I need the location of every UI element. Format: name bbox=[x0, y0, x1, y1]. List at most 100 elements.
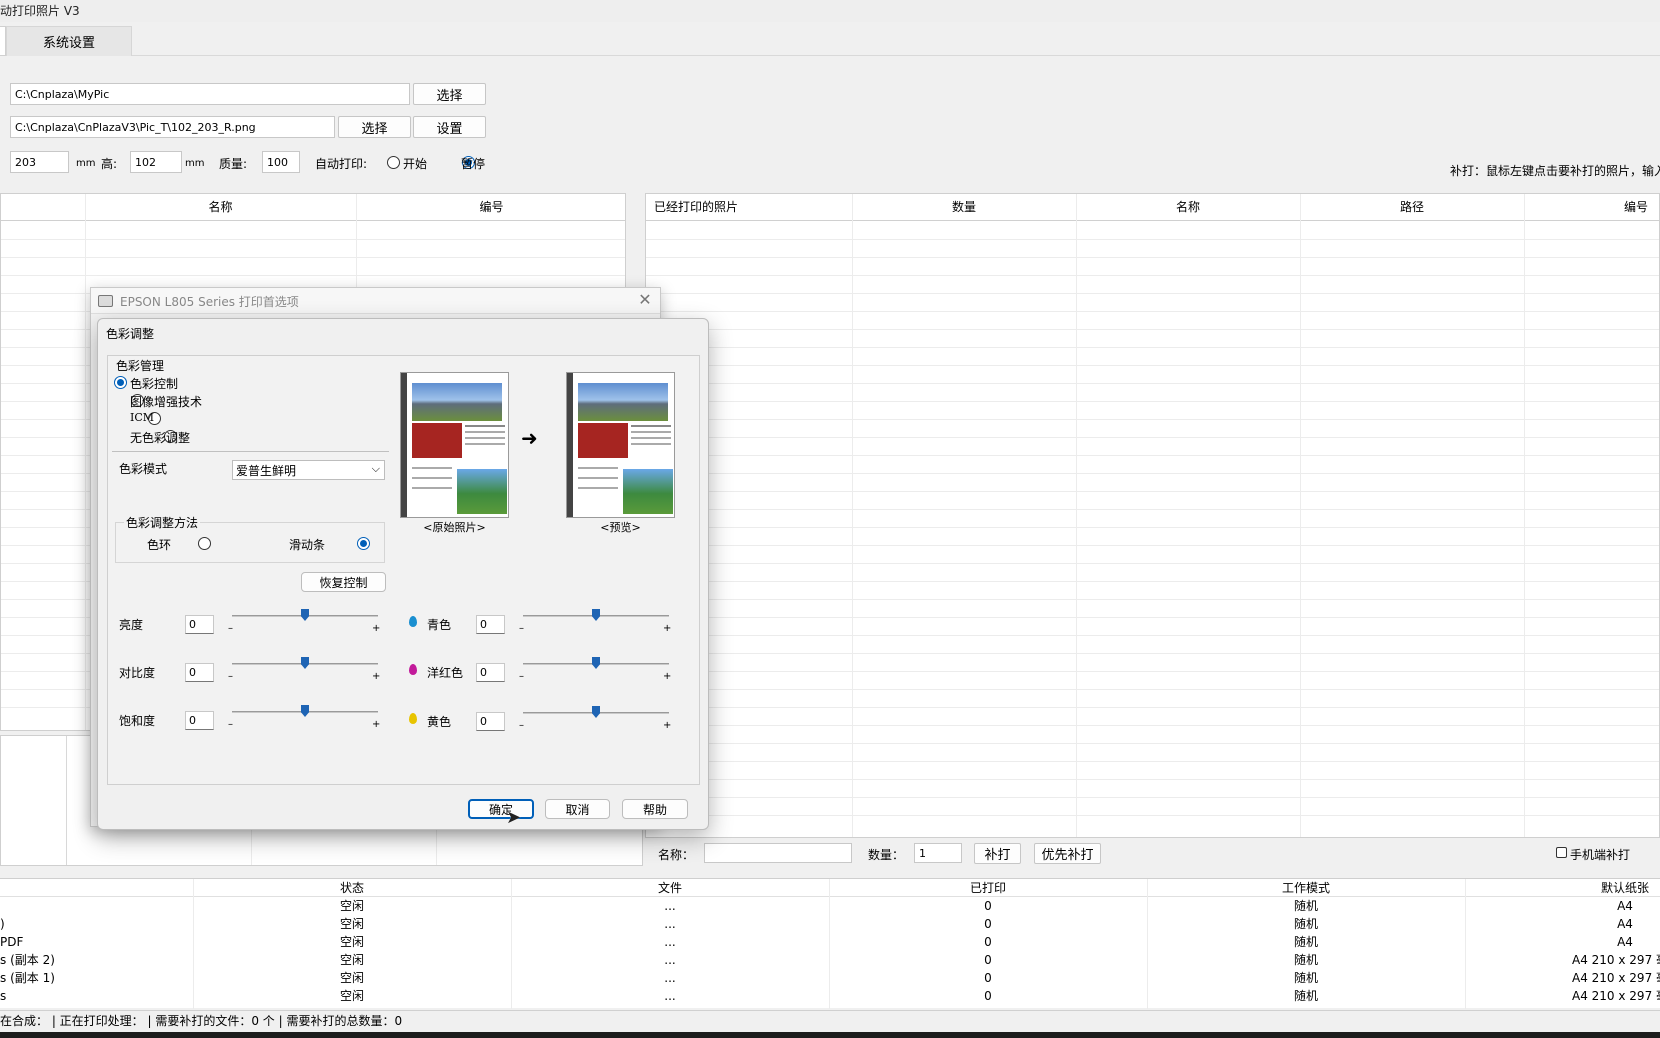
printer-paper: A4 bbox=[1617, 899, 1633, 913]
tab-strip bbox=[0, 22, 1660, 56]
settings-button[interactable]: 设置 bbox=[413, 116, 486, 138]
slider-thumb[interactable] bbox=[592, 706, 600, 718]
table-row[interactable]: 空闲 ... 0 随机 A4 bbox=[0, 897, 1660, 915]
table-row[interactable]: s 空闲 ... 0 随机 A4 210 x 297 毫 bbox=[0, 987, 1660, 1005]
column-header-name[interactable]: 名称 bbox=[1076, 194, 1300, 220]
original-photo-preview bbox=[400, 372, 509, 518]
color-mode-label: 色彩模式 bbox=[119, 462, 168, 476]
cyan-slider[interactable]: – + bbox=[519, 609, 672, 641]
printer-icon bbox=[98, 295, 113, 307]
printer-name bbox=[0, 897, 193, 915]
start-radio[interactable] bbox=[387, 156, 400, 169]
quality-label: 质量: bbox=[219, 157, 248, 171]
slider-thumb[interactable] bbox=[301, 705, 309, 717]
column-header-work-mode[interactable]: 工作模式 bbox=[1147, 879, 1465, 897]
table-row[interactable]: ) 空闲 ... 0 随机 A4 bbox=[0, 915, 1660, 933]
reprint-button[interactable]: 补打 bbox=[974, 843, 1021, 864]
contrast-slider[interactable]: – + bbox=[228, 657, 381, 689]
table-row[interactable]: s (副本 1) 空闲 ... 0 随机 A4 210 x 297 毫 bbox=[0, 969, 1660, 987]
help-button[interactable]: 帮助 bbox=[622, 799, 688, 819]
method-group-label: 色彩调整方法 bbox=[124, 514, 201, 531]
printer-name: ) bbox=[0, 917, 5, 931]
reprint-quantity-input[interactable]: 1 bbox=[914, 843, 962, 863]
ok-button[interactable]: 确定 bbox=[468, 799, 534, 819]
color-ring-label: 色环 bbox=[147, 538, 172, 552]
column-header-number[interactable]: 编号 bbox=[356, 194, 625, 220]
image-enhance-label: 图像增强技术 bbox=[130, 395, 203, 409]
saturation-input[interactable]: 0 bbox=[185, 711, 214, 730]
printer-file: ... bbox=[664, 989, 676, 1003]
divider bbox=[112, 451, 389, 452]
column-header-quantity[interactable]: 数量 bbox=[852, 194, 1076, 220]
printer-file: ... bbox=[664, 971, 676, 985]
reprint-name-input[interactable] bbox=[704, 843, 852, 863]
slider-thumb[interactable] bbox=[301, 609, 309, 621]
cyan-input[interactable]: 0 bbox=[476, 615, 505, 634]
table-row[interactable]: s (副本 2) 空闲 ... 0 随机 A4 210 x 297 毫 bbox=[0, 951, 1660, 969]
table-row[interactable]: PDF 空闲 ... 0 随机 A4 bbox=[0, 933, 1660, 951]
close-icon[interactable]: ✕ bbox=[636, 290, 654, 310]
column-header-number[interactable]: 编号 bbox=[1611, 194, 1659, 220]
printer-status: 空闲 bbox=[339, 989, 364, 1003]
color-dialog-title: 色彩调整 bbox=[106, 327, 155, 341]
slider-thumb[interactable] bbox=[592, 609, 600, 621]
folder-path-input[interactable]: C:\Cnplaza\MyPic bbox=[10, 83, 410, 105]
yellow-ink-icon bbox=[409, 713, 417, 724]
select-template-button[interactable]: 选择 bbox=[338, 116, 411, 138]
column-header-status[interactable]: 状态 bbox=[193, 879, 511, 897]
yellow-input[interactable]: 0 bbox=[476, 712, 505, 731]
preview-caption: <预览> bbox=[600, 521, 641, 534]
printer-status-table[interactable]: 状态 文件 已打印 工作模式 默认纸张 空闲 ... 0 随机 A4 ) 空闲 … bbox=[0, 878, 1660, 1009]
minus-label: – bbox=[519, 720, 524, 731]
magenta-input[interactable]: 0 bbox=[476, 663, 505, 682]
slider-thumb[interactable] bbox=[301, 657, 309, 669]
plus-label: + bbox=[663, 623, 672, 634]
quality-input[interactable]: 100 bbox=[262, 151, 300, 173]
minus-label: – bbox=[228, 719, 233, 730]
printer-paper: A4 bbox=[1617, 935, 1633, 949]
template-path-input[interactable]: C:\Cnplaza\CnPlazaV3\Pic_T\102_203_R.png bbox=[10, 116, 335, 138]
contrast-input[interactable]: 0 bbox=[185, 663, 214, 682]
priority-reprint-button[interactable]: 优先补打 bbox=[1034, 843, 1101, 864]
plus-label: + bbox=[372, 623, 381, 634]
printer-name: PDF bbox=[0, 935, 24, 949]
height-input[interactable]: 102 bbox=[130, 151, 182, 173]
printer-name: s bbox=[0, 989, 7, 1003]
printer-file: ... bbox=[664, 899, 676, 913]
brightness-slider[interactable]: – + bbox=[228, 609, 381, 641]
plus-label: + bbox=[372, 719, 381, 730]
printer-printed-count: 0 bbox=[984, 989, 992, 1003]
printed-photos-grid[interactable]: 已经打印的照片 数量 名称 路径 编号 bbox=[645, 193, 1660, 838]
cancel-button[interactable]: 取消 bbox=[545, 799, 610, 819]
select-folder-button[interactable]: 选择 bbox=[413, 83, 486, 105]
minus-label: – bbox=[228, 671, 233, 682]
height-label: 高: bbox=[101, 157, 118, 171]
reset-control-button[interactable]: 恢复控制 bbox=[301, 572, 386, 592]
printer-paper: A4 210 x 297 毫 bbox=[1572, 971, 1660, 985]
printer-printed-count: 0 bbox=[984, 899, 992, 913]
column-header-path[interactable]: 路径 bbox=[1300, 194, 1524, 220]
slider-thumb[interactable] bbox=[592, 657, 600, 669]
printer-printed-count: 0 bbox=[984, 953, 992, 967]
phone-reprint-checkbox[interactable] bbox=[1556, 847, 1567, 858]
plus-label: + bbox=[372, 671, 381, 682]
saturation-slider[interactable]: – + bbox=[228, 705, 381, 737]
column-header-file[interactable]: 文件 bbox=[511, 879, 829, 897]
magenta-slider[interactable]: – + bbox=[519, 657, 671, 689]
brightness-input[interactable]: 0 bbox=[185, 615, 214, 634]
auto-print-label: 自动打印: bbox=[315, 157, 368, 171]
printer-work-mode: 随机 bbox=[1293, 953, 1318, 967]
phone-reprint-label: 手机端补打 bbox=[1570, 848, 1631, 862]
yellow-slider[interactable]: – + bbox=[519, 706, 671, 738]
cyan-ink-icon bbox=[409, 616, 417, 627]
column-header-printed-photos[interactable]: 已经打印的照片 bbox=[654, 194, 738, 220]
color-control-radio[interactable] bbox=[114, 376, 127, 389]
column-header-printed[interactable]: 已打印 bbox=[829, 879, 1147, 897]
width-input[interactable]: 203 bbox=[10, 151, 69, 173]
tab-settings[interactable]: 系统设置 bbox=[6, 26, 132, 56]
color-mode-select[interactable]: 爱普生鲜明 ⌵ bbox=[232, 460, 385, 480]
column-header-default-paper[interactable]: 默认纸张 bbox=[1465, 879, 1660, 897]
column-header-name[interactable]: 名称 bbox=[85, 194, 356, 220]
chevron-down-icon: ⌵ bbox=[371, 462, 380, 475]
width-unit: mm bbox=[76, 158, 96, 169]
